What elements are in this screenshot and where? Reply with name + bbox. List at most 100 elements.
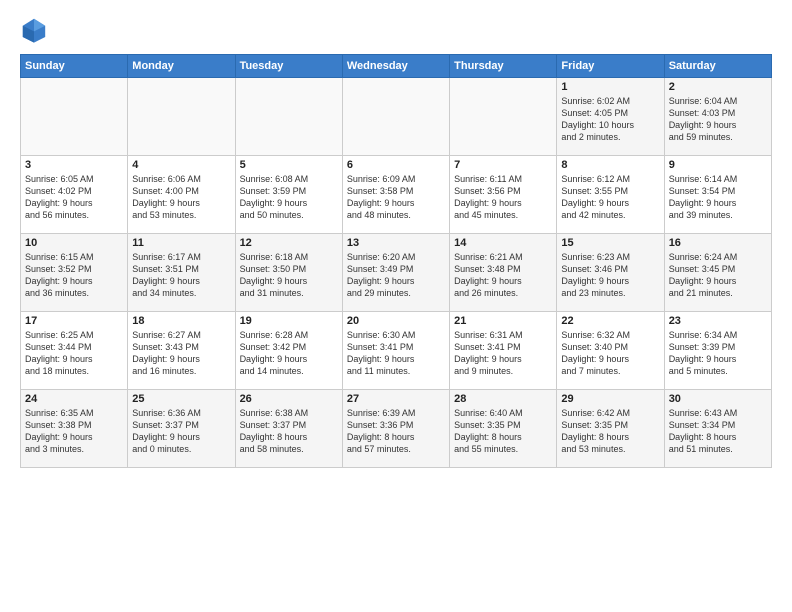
cell-content: Sunrise: 6:39 AM Sunset: 3:36 PM Dayligh…: [347, 407, 445, 456]
cell-content: Sunrise: 6:06 AM Sunset: 4:00 PM Dayligh…: [132, 173, 230, 222]
calendar-cell: 21 Sunrise: 6:31 AM Sunset: 3:41 PM Dayli…: [450, 312, 557, 390]
weekday-header-saturday: Saturday: [664, 55, 771, 78]
day-number: 7: [454, 159, 552, 171]
calendar-cell: [21, 78, 128, 156]
cell-content: Sunrise: 6:09 AM Sunset: 3:58 PM Dayligh…: [347, 173, 445, 222]
cell-content: Sunrise: 6:18 AM Sunset: 3:50 PM Dayligh…: [240, 251, 338, 300]
calendar-cell: 13 Sunrise: 6:20 AM Sunset: 3:49 PM Dayli…: [342, 234, 449, 312]
calendar-cell: 5Sunrise: 6:08 AM Sunset: 3:59 PM Daylig…: [235, 156, 342, 234]
cell-content: Sunrise: 6:34 AM Sunset: 3:39 PM Dayligh…: [669, 329, 767, 378]
calendar-cell: 19 Sunrise: 6:28 AM Sunset: 3:42 PM Dayli…: [235, 312, 342, 390]
cell-content: Sunrise: 6:20 AM Sunset: 3:49 PM Dayligh…: [347, 251, 445, 300]
day-number: 6: [347, 159, 445, 171]
calendar-cell: 10 Sunrise: 6:15 AM Sunset: 3:52 PM Dayli…: [21, 234, 128, 312]
calendar-cell: [450, 78, 557, 156]
weekday-header-sunday: Sunday: [21, 55, 128, 78]
cell-content: Sunrise: 6:14 AM Sunset: 3:54 PM Dayligh…: [669, 173, 767, 222]
calendar-cell: 4 Sunrise: 6:06 AM Sunset: 4:00 PM Daylig…: [128, 156, 235, 234]
cell-content: Sunrise: 6:40 AM Sunset: 3:35 PM Dayligh…: [454, 407, 552, 456]
cell-content: Sunrise: 6:17 AM Sunset: 3:51 PM Dayligh…: [132, 251, 230, 300]
cell-content: Sunrise: 6:05 AM Sunset: 4:02 PM Dayligh…: [25, 173, 123, 222]
day-number: 28: [454, 393, 552, 405]
calendar-cell: 23Sunrise: 6:34 AM Sunset: 3:39 PM Dayli…: [664, 312, 771, 390]
calendar-cell: 7 Sunrise: 6:11 AM Sunset: 3:56 PM Daylig…: [450, 156, 557, 234]
calendar-cell: [342, 78, 449, 156]
calendar-cell: 28 Sunrise: 6:40 AM Sunset: 3:35 PM Dayli…: [450, 390, 557, 468]
day-number: 14: [454, 237, 552, 249]
cell-content: Sunrise: 6:27 AM Sunset: 3:43 PM Dayligh…: [132, 329, 230, 378]
page: SundayMondayTuesdayWednesdayThursdayFrid…: [0, 0, 792, 612]
calendar-cell: 25 Sunrise: 6:36 AM Sunset: 3:37 PM Dayli…: [128, 390, 235, 468]
calendar-cell: 3 Sunrise: 6:05 AM Sunset: 4:02 PM Daylig…: [21, 156, 128, 234]
calendar-cell: 1 Sunrise: 6:02 AM Sunset: 4:05 PM Daylig…: [557, 78, 664, 156]
weekday-header-friday: Friday: [557, 55, 664, 78]
weekday-header-tuesday: Tuesday: [235, 55, 342, 78]
cell-content: Sunrise: 6:31 AM Sunset: 3:41 PM Dayligh…: [454, 329, 552, 378]
day-number: 19: [240, 315, 338, 327]
calendar-cell: 20Sunrise: 6:30 AM Sunset: 3:41 PM Dayli…: [342, 312, 449, 390]
cell-content: Sunrise: 6:02 AM Sunset: 4:05 PM Dayligh…: [561, 95, 659, 144]
day-number: 3: [25, 159, 123, 171]
calendar-cell: 27 Sunrise: 6:39 AM Sunset: 3:36 PM Dayli…: [342, 390, 449, 468]
calendar-cell: 30 Sunrise: 6:43 AM Sunset: 3:34 PM Dayli…: [664, 390, 771, 468]
cell-content: Sunrise: 6:42 AM Sunset: 3:35 PM Dayligh…: [561, 407, 659, 456]
day-number: 21: [454, 315, 552, 327]
day-number: 30: [669, 393, 767, 405]
day-number: 20: [347, 315, 445, 327]
cell-content: Sunrise: 6:24 AM Sunset: 3:45 PM Dayligh…: [669, 251, 767, 300]
day-number: 9: [669, 159, 767, 171]
cell-content: Sunrise: 6:32 AM Sunset: 3:40 PM Dayligh…: [561, 329, 659, 378]
day-number: 15: [561, 237, 659, 249]
week-row-5: 24Sunrise: 6:35 AM Sunset: 3:38 PM Dayli…: [21, 390, 772, 468]
cell-content: Sunrise: 6:12 AM Sunset: 3:55 PM Dayligh…: [561, 173, 659, 222]
day-number: 1: [561, 81, 659, 93]
calendar-cell: 24Sunrise: 6:35 AM Sunset: 3:38 PM Dayli…: [21, 390, 128, 468]
cell-content: Sunrise: 6:21 AM Sunset: 3:48 PM Dayligh…: [454, 251, 552, 300]
cell-content: Sunrise: 6:25 AM Sunset: 3:44 PM Dayligh…: [25, 329, 123, 378]
day-number: 10: [25, 237, 123, 249]
calendar-cell: 29Sunrise: 6:42 AM Sunset: 3:35 PM Dayli…: [557, 390, 664, 468]
cell-content: Sunrise: 6:43 AM Sunset: 3:34 PM Dayligh…: [669, 407, 767, 456]
cell-content: Sunrise: 6:08 AM Sunset: 3:59 PM Dayligh…: [240, 173, 338, 222]
day-number: 11: [132, 237, 230, 249]
cell-content: Sunrise: 6:36 AM Sunset: 3:37 PM Dayligh…: [132, 407, 230, 456]
day-number: 4: [132, 159, 230, 171]
weekday-header-row: SundayMondayTuesdayWednesdayThursdayFrid…: [21, 55, 772, 78]
day-number: 17: [25, 315, 123, 327]
day-number: 16: [669, 237, 767, 249]
calendar-cell: 15 Sunrise: 6:23 AM Sunset: 3:46 PM Dayli…: [557, 234, 664, 312]
cell-content: Sunrise: 6:28 AM Sunset: 3:42 PM Dayligh…: [240, 329, 338, 378]
calendar-cell: [235, 78, 342, 156]
cell-content: Sunrise: 6:35 AM Sunset: 3:38 PM Dayligh…: [25, 407, 123, 456]
logo-icon: [20, 16, 48, 44]
day-number: 22: [561, 315, 659, 327]
cell-content: Sunrise: 6:23 AM Sunset: 3:46 PM Dayligh…: [561, 251, 659, 300]
week-row-4: 17 Sunrise: 6:25 AM Sunset: 3:44 PM Dayli…: [21, 312, 772, 390]
header: [20, 16, 772, 44]
day-number: 18: [132, 315, 230, 327]
calendar-cell: 8 Sunrise: 6:12 AM Sunset: 3:55 PM Daylig…: [557, 156, 664, 234]
calendar-cell: 9 Sunrise: 6:14 AM Sunset: 3:54 PM Daylig…: [664, 156, 771, 234]
calendar-cell: 16 Sunrise: 6:24 AM Sunset: 3:45 PM Dayli…: [664, 234, 771, 312]
week-row-2: 3 Sunrise: 6:05 AM Sunset: 4:02 PM Daylig…: [21, 156, 772, 234]
cell-content: Sunrise: 6:11 AM Sunset: 3:56 PM Dayligh…: [454, 173, 552, 222]
calendar-cell: 14 Sunrise: 6:21 AM Sunset: 3:48 PM Dayli…: [450, 234, 557, 312]
day-number: 25: [132, 393, 230, 405]
calendar-cell: 22 Sunrise: 6:32 AM Sunset: 3:40 PM Dayli…: [557, 312, 664, 390]
day-number: 8: [561, 159, 659, 171]
day-number: 12: [240, 237, 338, 249]
week-row-3: 10 Sunrise: 6:15 AM Sunset: 3:52 PM Dayli…: [21, 234, 772, 312]
day-number: 13: [347, 237, 445, 249]
calendar-cell: 26Sunrise: 6:38 AM Sunset: 3:37 PM Dayli…: [235, 390, 342, 468]
weekday-header-thursday: Thursday: [450, 55, 557, 78]
calendar-table: SundayMondayTuesdayWednesdayThursdayFrid…: [20, 54, 772, 468]
cell-content: Sunrise: 6:15 AM Sunset: 3:52 PM Dayligh…: [25, 251, 123, 300]
calendar-cell: 6 Sunrise: 6:09 AM Sunset: 3:58 PM Daylig…: [342, 156, 449, 234]
day-number: 27: [347, 393, 445, 405]
calendar-cell: 17 Sunrise: 6:25 AM Sunset: 3:44 PM Dayli…: [21, 312, 128, 390]
weekday-header-monday: Monday: [128, 55, 235, 78]
calendar-cell: [128, 78, 235, 156]
calendar-cell: 18 Sunrise: 6:27 AM Sunset: 3:43 PM Dayli…: [128, 312, 235, 390]
calendar-cell: 2Sunrise: 6:04 AM Sunset: 4:03 PM Daylig…: [664, 78, 771, 156]
cell-content: Sunrise: 6:38 AM Sunset: 3:37 PM Dayligh…: [240, 407, 338, 456]
